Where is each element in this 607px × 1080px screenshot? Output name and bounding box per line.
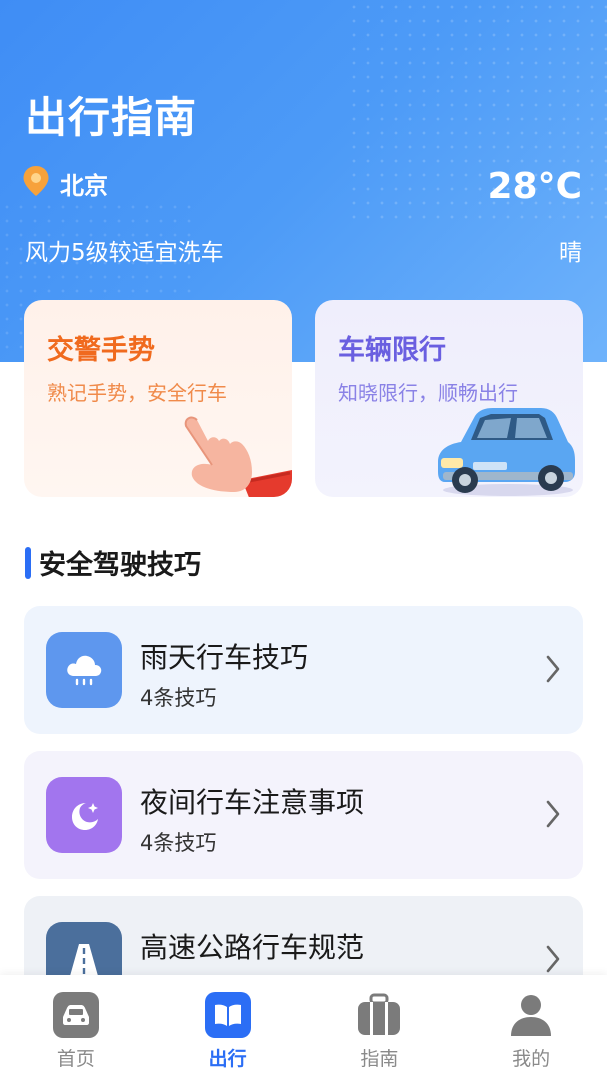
bottom-tab-bar: 首页 出行 指南 我的 [0, 975, 607, 1080]
blue-car-icon [433, 402, 578, 497]
tab-home[interactable]: 首页 [0, 975, 152, 1080]
location-selector[interactable]: 北京 [22, 165, 108, 201]
section-accent-bar [25, 546, 31, 579]
chevron-right-icon [545, 654, 561, 688]
book-icon [204, 992, 251, 1038]
tip-count: 4条技巧 [140, 686, 217, 710]
moon-icon [46, 777, 122, 853]
tab-guide[interactable]: 指南 [304, 975, 456, 1080]
tab-label: 我的 [512, 1048, 551, 1070]
wind-info: 风力5级较适宜洗车 [25, 240, 224, 266]
person-icon [508, 992, 554, 1038]
section-title: 安全驾驶技巧 [39, 550, 201, 581]
weather-condition: 晴 [559, 240, 582, 266]
vehicle-restriction-card[interactable]: 车辆限行 知晓限行，顺畅出行 [315, 300, 583, 497]
rain-cloud-icon [46, 632, 122, 708]
tip-item-night[interactable]: 夜间行车注意事项 4条技巧 [24, 751, 583, 879]
card-subtitle: 熟记手势，安全行车 [47, 381, 227, 405]
pointing-hand-icon [172, 410, 292, 497]
tab-label: 出行 [208, 1048, 247, 1070]
card-title: 交警手势 [47, 335, 155, 366]
tab-label: 指南 [360, 1048, 399, 1070]
traffic-gesture-card[interactable]: 交警手势 熟记手势，安全行车 [24, 300, 292, 497]
tip-item-rain[interactable]: 雨天行车技巧 4条技巧 [24, 606, 583, 734]
tip-title: 高速公路行车规范 [140, 931, 365, 964]
tip-title: 夜间行车注意事项 [140, 786, 365, 819]
card-title: 车辆限行 [338, 335, 446, 366]
location-pin-icon [22, 165, 50, 201]
section-header: 安全驾驶技巧 [25, 543, 201, 582]
suitcase-icon [356, 992, 402, 1038]
chevron-right-icon [545, 944, 561, 978]
tab-travel[interactable]: 出行 [152, 975, 304, 1080]
temperature: 28°C [487, 166, 582, 207]
location-label: 北京 [60, 171, 108, 200]
car-icon [52, 992, 99, 1038]
chevron-right-icon [545, 799, 561, 833]
page-title: 出行指南 [25, 93, 198, 142]
tab-mine[interactable]: 我的 [455, 975, 607, 1080]
tip-title: 雨天行车技巧 [140, 641, 309, 674]
tip-count: 4条技巧 [140, 831, 217, 855]
tab-label: 首页 [56, 1048, 95, 1070]
